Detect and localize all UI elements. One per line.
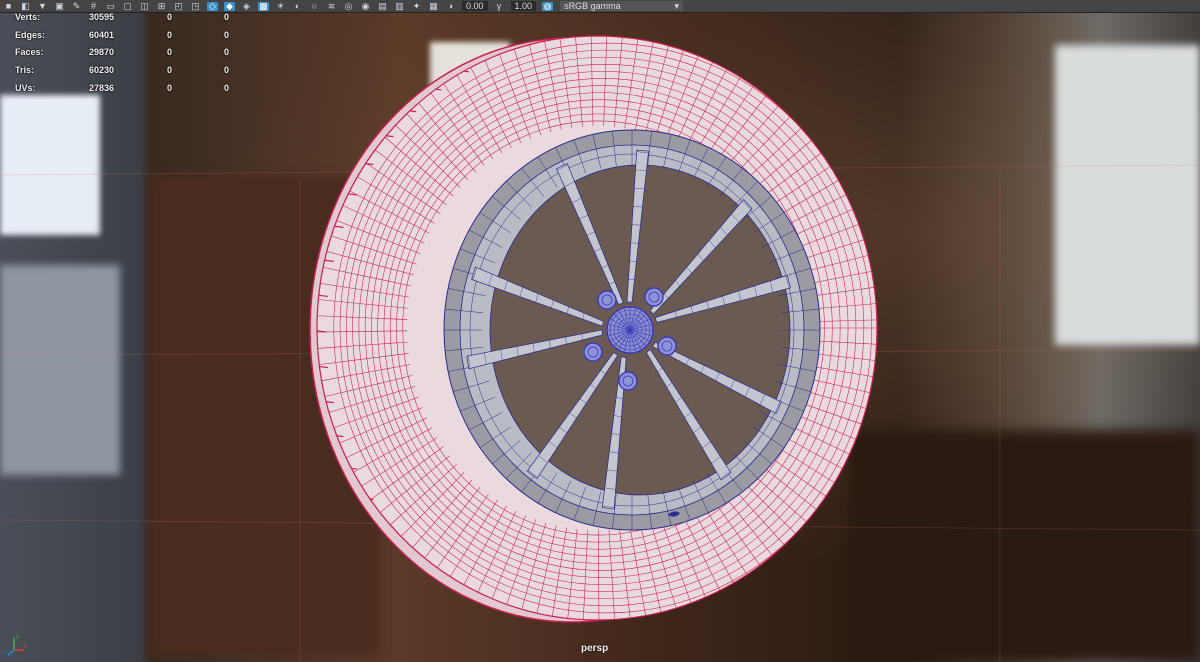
hud-label: UVs:: [15, 82, 36, 93]
anti-alias-icon[interactable]: ◎: [343, 1, 354, 11]
hud-total: 29870: [88, 47, 114, 58]
hud-selected: 0: [166, 65, 172, 76]
hud-selected: 0: [166, 12, 172, 22]
hud-total: 60401: [88, 29, 114, 40]
field-chart-icon[interactable]: ⊞: [156, 1, 167, 11]
hud-highlighted: 0: [223, 12, 229, 22]
hud-label: Tris:: [15, 65, 35, 76]
textured-icon[interactable]: ▩: [258, 1, 269, 11]
grid-icon[interactable]: #: [88, 1, 99, 11]
xray-components-icon[interactable]: ▦: [428, 1, 439, 11]
hud-highlighted: 0: [223, 82, 229, 93]
default-material-icon[interactable]: ◈: [241, 1, 252, 11]
chevron-down-icon: ▾: [674, 1, 680, 11]
hud-highlighted: 0: [223, 29, 229, 40]
pencil-icon[interactable]: ✎: [71, 1, 82, 11]
hud-row: Edges: 60401 0 0: [0, 30, 240, 48]
isolate-select-icon[interactable]: ▤: [377, 1, 388, 11]
hud-total: 60230: [88, 65, 114, 76]
axis-gizmo: y z x: [4, 634, 27, 656]
hud-selected: 0: [166, 29, 172, 40]
motion-blur-icon[interactable]: ≋: [326, 1, 337, 11]
camera-icon[interactable]: ■: [3, 1, 14, 11]
hud-highlighted: 0: [223, 47, 229, 58]
camera-attr-icon[interactable]: ◧: [20, 1, 31, 11]
ambient-occlusion-icon[interactable]: ○: [309, 1, 320, 11]
resolution-gate-icon[interactable]: ▢: [122, 1, 133, 11]
film-gate-icon[interactable]: ▭: [105, 1, 116, 11]
xray-joints-icon[interactable]: ✦: [411, 1, 422, 11]
axis-label-y: y: [16, 634, 19, 640]
view-transform-value: sRGB gamma: [564, 1, 621, 11]
smooth-shade-icon[interactable]: ◆: [224, 1, 235, 11]
hud-total: 30595: [88, 12, 114, 22]
hud-row: Verts: 30595 0 0: [0, 12, 240, 30]
axis-label-z: z: [4, 650, 7, 656]
hud-label: Faces:: [15, 47, 44, 58]
hud-label: Verts:: [15, 12, 41, 22]
hud-row: Tris: 60230 0 0: [0, 65, 240, 83]
wireframe-icon[interactable]: ◇: [207, 1, 218, 11]
lights-icon[interactable]: ☀: [275, 1, 286, 11]
exposure-field[interactable]: 0.00: [462, 1, 488, 11]
xray-icon[interactable]: ▥: [394, 1, 405, 11]
gamma-icon[interactable]: γ: [494, 1, 505, 11]
hud-total: 27836: [88, 82, 114, 93]
poly-count-hud: Verts: 30595 0 0 Edges: 60401 0 0 Faces: 29870 0 0 T…: [0, 12, 240, 100]
exposure-icon[interactable]: ◑: [445, 1, 456, 11]
gamma-field[interactable]: 1.00: [510, 1, 537, 11]
color-management-icon[interactable]: ◍: [542, 1, 554, 11]
hud-selected: 0: [166, 47, 172, 58]
hub-wireframe: [608, 308, 652, 352]
safe-title-icon[interactable]: ◳: [190, 1, 201, 11]
axis-label-x: x: [24, 644, 27, 650]
bookmark-icon[interactable]: ▼: [37, 1, 48, 11]
shadows-icon[interactable]: ◐: [292, 1, 303, 11]
safe-action-icon[interactable]: ◰: [173, 1, 184, 11]
view-transform-dropdown[interactable]: sRGB gamma ▾: [560, 1, 684, 11]
hud-selected: 0: [166, 82, 172, 93]
hud-row: UVs: 27836 0 0: [0, 83, 240, 101]
hud-label: Edges:: [15, 29, 46, 40]
hud-row: Faces: 29870 0 0: [0, 47, 240, 65]
gate-mask-icon[interactable]: ◫: [139, 1, 150, 11]
image-plane-icon[interactable]: ▣: [54, 1, 65, 11]
hud-highlighted: 0: [223, 65, 229, 76]
depth-of-field-icon[interactable]: ◉: [360, 1, 371, 11]
camera-name-label: persp: [581, 643, 609, 654]
